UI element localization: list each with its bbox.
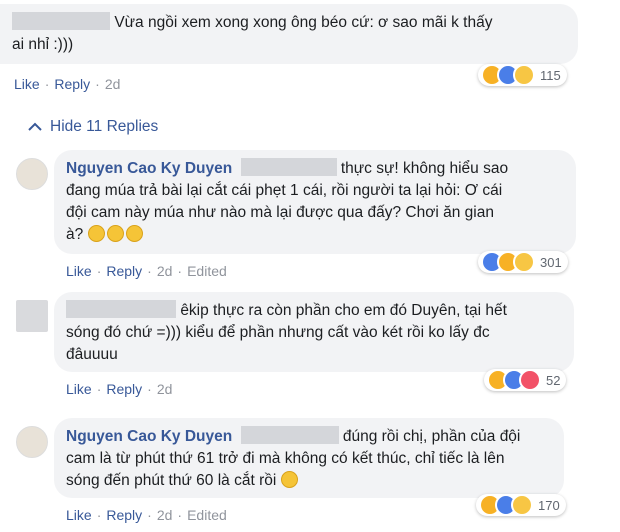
reactions-summary[interactable]: 170: [476, 494, 566, 516]
reactions-summary[interactable]: 301: [478, 251, 568, 273]
comment-bubble-1: Vừa ngồi xem xong xong ông béo cứ: ơ sao…: [0, 4, 578, 64]
author-name[interactable]: Nguyen Cao Ky Duyen: [66, 160, 232, 177]
sad-icon: [511, 494, 533, 516]
timestamp[interactable]: 2d: [105, 76, 121, 92]
separator: ·: [96, 381, 102, 397]
comment-text: thực sự! không hiểu sao: [340, 160, 509, 177]
avatar[interactable]: [16, 300, 48, 332]
sad-icon: [513, 251, 535, 273]
chevron-up-icon: [28, 122, 42, 131]
reactions-summary[interactable]: 115: [478, 64, 567, 86]
comment-actions: Like · Reply · 2d: [66, 381, 172, 397]
separator: ·: [147, 507, 152, 523]
sad-icon: [513, 64, 535, 86]
reply-link[interactable]: Reply: [106, 507, 142, 523]
redacted-author: [66, 300, 176, 318]
smile-emoji: [106, 225, 124, 242]
redacted-text: [240, 426, 339, 444]
hide-replies-label: Hide 11 Replies: [50, 118, 159, 135]
comment-bubble-2: Nguyen Cao Ky Duyen thực sự! không hiểu …: [54, 150, 576, 254]
separator: ·: [147, 263, 152, 279]
smile-emoji: [125, 225, 143, 242]
comment-text: cam là từ phút thứ 61 trở đi mà không có…: [66, 450, 505, 467]
like-link[interactable]: Like: [14, 76, 40, 92]
redacted-text: [240, 158, 337, 176]
comment-text: đội cam này múa như nào mà lại được qua …: [66, 204, 494, 221]
reply-link[interactable]: Reply: [106, 263, 142, 279]
comment-text: Vừa ngồi xem xong xong ông béo cứ: ơ sao…: [114, 14, 493, 31]
comment-bubble-3: êkip thực ra còn phần cho em đó Duyên, t…: [54, 292, 574, 372]
comment-actions: Like · Reply · 2d · Edited: [66, 507, 227, 523]
reaction-count: 52: [546, 372, 561, 388]
smile-emoji: [87, 225, 105, 242]
reactions-summary[interactable]: 52: [484, 369, 567, 391]
separator: ·: [96, 507, 102, 523]
reply-link[interactable]: Reply: [54, 76, 90, 92]
comment-text: ai nhỉ :))): [12, 36, 74, 53]
comment-text: đâuuuu: [66, 346, 118, 363]
separator: ·: [147, 381, 152, 397]
separator: ·: [177, 507, 183, 523]
comment-text: sóng đó chứ =))) kiểu để phần nhưng cất …: [66, 324, 490, 341]
sad-emoji: [280, 471, 298, 488]
edited-label[interactable]: Edited: [187, 507, 227, 523]
like-link[interactable]: Like: [66, 263, 92, 279]
comment-bubble-4: Nguyen Cao Ky Duyen đúng rồi chị, phần c…: [54, 418, 564, 498]
love-icon: [519, 369, 541, 391]
comment-text: êkip thực ra còn phần cho em đó Duyên, t…: [180, 302, 507, 319]
reaction-count: 170: [538, 497, 560, 513]
avatar[interactable]: [16, 158, 48, 190]
separator: ·: [95, 76, 100, 92]
separator: ·: [177, 263, 183, 279]
comment-text: đang múa trả bài lại cắt cái phẹt 1 cái,…: [66, 182, 503, 199]
reply-link[interactable]: Reply: [106, 381, 142, 397]
reaction-count: 301: [540, 254, 562, 270]
separator: ·: [96, 263, 102, 279]
like-link[interactable]: Like: [66, 507, 92, 523]
hide-replies-button[interactable]: Hide 11 Replies: [28, 118, 158, 136]
timestamp[interactable]: 2d: [157, 507, 173, 523]
redacted-author: [12, 12, 110, 30]
avatar[interactable]: [16, 426, 48, 458]
author-name[interactable]: Nguyen Cao Ky Duyen: [66, 428, 232, 445]
separator: ·: [44, 76, 50, 92]
comment-actions: Like · Reply · 2d: [14, 76, 120, 92]
comment-text: sóng đến phút thứ 60 là cắt rồi: [66, 472, 277, 489]
timestamp[interactable]: 2d: [157, 381, 173, 397]
comment-text: đúng rồi chị, phần của đội: [342, 428, 521, 445]
timestamp[interactable]: 2d: [157, 263, 173, 279]
reaction-count: 115: [540, 67, 561, 83]
comment-actions: Like · Reply · 2d · Edited: [66, 263, 227, 279]
comment-text: à?: [66, 226, 84, 243]
like-link[interactable]: Like: [66, 381, 92, 397]
edited-label[interactable]: Edited: [187, 263, 227, 279]
